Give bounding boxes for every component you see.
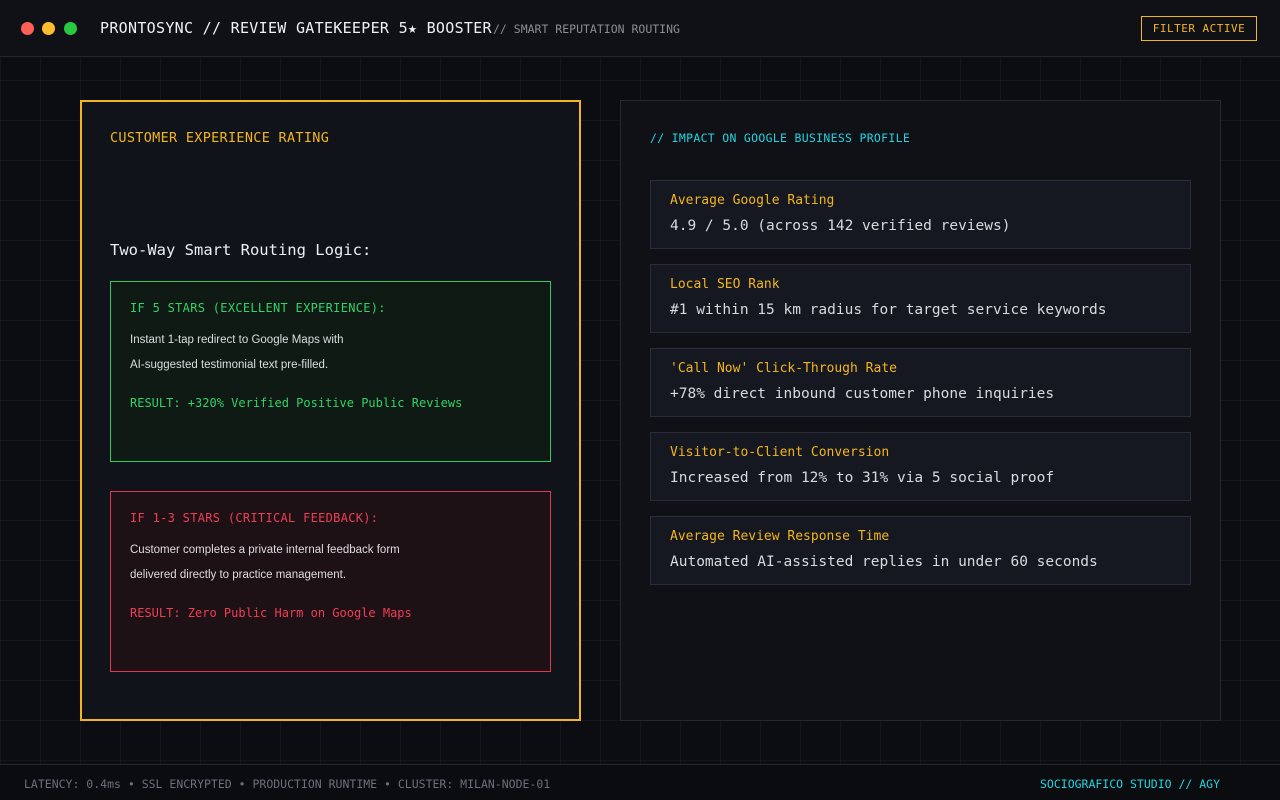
metric-label: Average Review Response Time [670,529,890,544]
routing-logic-title: Two-Way Smart Routing Logic: [110,241,372,259]
panel-heading: CUSTOMER EXPERIENCE RATING [110,130,330,146]
negative-route-line: delivered directly to practice managemen… [130,569,347,581]
title-bar: PRONTOSYNC // REVIEW GATEKEEPER 5★ BOOST… [0,0,1280,57]
metric-value: Increased from 12% to 31% via 5 social p… [670,470,1055,486]
negative-route-result: RESULT: Zero Public Harm on Google Maps [130,606,412,620]
close-window-button[interactable] [21,22,34,35]
positive-route-description: Instant 1-tap redirect to Google Maps wi… [130,328,344,378]
positive-route-line: Instant 1-tap redirect to Google Maps wi… [130,334,344,346]
metric-label: Local SEO Rank [670,277,780,292]
metric-value: Automated AI-assisted replies in under 6… [670,554,1098,570]
customer-rating-panel: CUSTOMER EXPERIENCE RATING Two-Way Smart… [80,100,581,721]
impact-heading: // IMPACT ON GOOGLE BUSINESS PROFILE [650,131,911,145]
filter-active-button[interactable]: FILTER ACTIVE [1141,16,1257,41]
app-title: PRONTOSYNC // REVIEW GATEKEEPER 5★ BOOST… [100,19,492,37]
metric-value: #1 within 15 km radius for target servic… [670,302,1107,318]
metric-card-google-rating: Average Google Rating 4.9 / 5.0 (across … [650,180,1191,249]
metric-card-conversion: Visitor-to-Client Conversion Increased f… [650,432,1191,501]
positive-route-line: AI-suggested testimonial text pre-filled… [130,359,329,371]
negative-route-card: IF 1-3 STARS (CRITICAL FEEDBACK): Custom… [110,491,551,672]
positive-route-card: IF 5 STARS (EXCELLENT EXPERIENCE): Insta… [110,281,551,462]
status-bar: LATENCY: 0.4ms • SSL ENCRYPTED • PRODUCT… [0,764,1280,800]
metric-card-seo-rank: Local SEO Rank #1 within 15 km radius fo… [650,264,1191,333]
metric-card-call-now-ctr: 'Call Now' Click-Through Rate +78% direc… [650,348,1191,417]
metric-value: 4.9 / 5.0 (across 142 verified reviews) [670,218,1011,234]
studio-credit: SOCIOGRAFICO STUDIO // AGY [1040,777,1221,791]
status-info: LATENCY: 0.4ms • SSL ENCRYPTED • PRODUCT… [24,777,551,791]
maximize-window-button[interactable] [64,22,77,35]
metric-value: +78% direct inbound customer phone inqui… [670,386,1055,402]
app-subtitle: // SMART REPUTATION ROUTING [493,22,680,36]
metric-label: Visitor-to-Client Conversion [670,445,890,460]
impact-panel: // IMPACT ON GOOGLE BUSINESS PROFILE Ave… [620,100,1221,721]
positive-route-label: IF 5 STARS (EXCELLENT EXPERIENCE): [130,301,386,315]
negative-route-label: IF 1-3 STARS (CRITICAL FEEDBACK): [130,511,379,525]
metric-card-response-time: Average Review Response Time Automated A… [650,516,1191,585]
metric-label: Average Google Rating [670,193,835,208]
positive-route-result: RESULT: +320% Verified Positive Public R… [130,396,463,410]
negative-route-line: Customer completes a private internal fe… [130,544,400,556]
negative-route-description: Customer completes a private internal fe… [130,538,400,588]
minimize-window-button[interactable] [42,22,55,35]
metric-label: 'Call Now' Click-Through Rate [670,361,897,376]
